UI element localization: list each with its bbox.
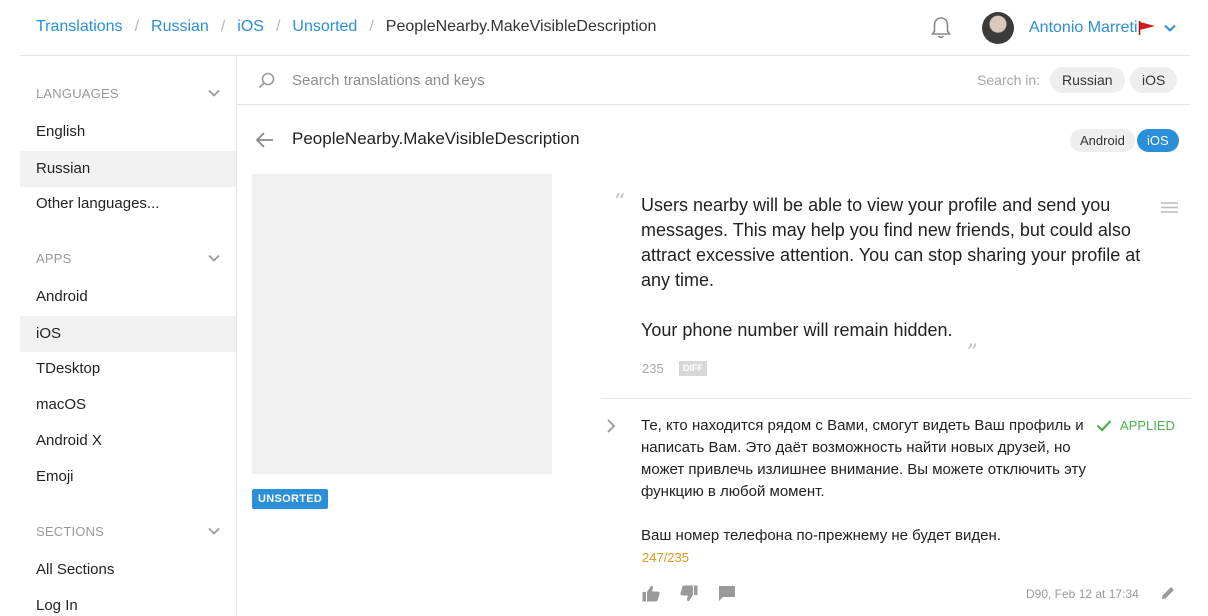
edit-icon[interactable] — [1160, 585, 1176, 601]
breadcrumb-separator: / — [369, 18, 374, 35]
sidebar-item-ios[interactable]: iOS — [20, 316, 236, 352]
bell-icon[interactable] — [930, 16, 952, 40]
chevron-down-icon[interactable] — [1163, 21, 1177, 35]
apps-heading: APPS — [36, 251, 72, 266]
source-text: Users nearby will be able to view your p… — [641, 195, 1141, 340]
menu-icon[interactable] — [1161, 201, 1178, 214]
top-header: Translations / Russian / iOS / Unsorted … — [20, 0, 1191, 56]
thumbs-up-icon[interactable] — [642, 585, 660, 602]
source-char-count: 235 — [642, 361, 664, 376]
sidebar-item-english[interactable]: English — [20, 114, 236, 150]
translation-meta: D90, Feb 12 at 17:34 — [1026, 587, 1139, 601]
platform-tag-ios[interactable]: iOS — [1137, 129, 1179, 152]
divider — [601, 398, 1191, 399]
diff-button[interactable]: DIFF — [679, 361, 707, 376]
key-title: PeopleNearby.MakeVisibleDescription — [292, 129, 580, 148]
breadcrumb-separator: / — [275, 18, 281, 35]
back-arrow-icon[interactable] — [255, 131, 275, 149]
quote-open-icon: “ — [614, 190, 626, 215]
quote-close-icon: „ — [967, 327, 979, 352]
languages-heading: LANGUAGES — [36, 86, 119, 101]
sidebar-item-android[interactable]: Android — [20, 279, 236, 315]
sidebar-item-other-languages[interactable]: Other languages... — [20, 186, 236, 222]
search-bar: Search in: Russian iOS — [237, 56, 1191, 105]
chevron-down-icon[interactable] — [207, 86, 221, 100]
applied-status: APPLIED — [1096, 418, 1175, 433]
breadcrumb-translations[interactable]: Translations — [36, 18, 123, 36]
sections-heading: SECTIONS — [36, 524, 105, 539]
sidebar-item-log-in[interactable]: Log In — [20, 588, 236, 616]
sidebar-item-android-x[interactable]: Android X — [20, 423, 236, 459]
breadcrumb-unsorted[interactable]: Unsorted — [292, 18, 357, 36]
comment-icon[interactable] — [718, 585, 736, 602]
breadcrumb-separator: / — [134, 18, 140, 35]
sidebar-item-russian[interactable]: Russian — [20, 151, 236, 187]
applied-label: APPLIED — [1120, 418, 1175, 433]
search-filter-russian[interactable]: Russian — [1050, 67, 1125, 93]
platform-tag-android[interactable]: Android — [1070, 129, 1135, 152]
search-icon — [258, 72, 275, 89]
breadcrumb-separator: / — [220, 18, 226, 35]
translation-char-count: 247/235 — [642, 550, 689, 565]
sidebar-item-tdesktop[interactable]: TDesktop — [20, 351, 236, 387]
thumbs-down-icon[interactable] — [680, 585, 698, 602]
chevron-right-icon[interactable] — [604, 418, 618, 434]
search-in-label: Search in: — [977, 72, 1041, 88]
check-icon — [1096, 420, 1112, 432]
translation-text: Те, кто находится рядом с Вами, смогут в… — [641, 417, 1087, 544]
unsorted-badge: UNSORTED — [252, 489, 329, 509]
sidebar-item-macos[interactable]: macOS — [20, 387, 236, 423]
breadcrumb-current: PeopleNearby.MakeVisibleDescription — [385, 18, 657, 35]
breadcrumb: Translations / Russian / iOS / Unsorted … — [36, 18, 656, 36]
user-name[interactable]: Antonio Marreti — [1029, 19, 1138, 37]
chevron-down-icon[interactable] — [207, 524, 221, 538]
breadcrumb-ios[interactable]: iOS — [237, 18, 264, 36]
avatar[interactable] — [982, 12, 1014, 44]
sidebar-item-all-sections[interactable]: All Sections — [20, 552, 236, 588]
breadcrumb-russian[interactable]: Russian — [151, 18, 209, 36]
search-input[interactable] — [292, 67, 892, 93]
sidebar: LANGUAGES English Russian Other language… — [20, 56, 237, 616]
chevron-down-icon[interactable] — [207, 251, 221, 265]
flag-icon — [1138, 21, 1155, 35]
screenshot-placeholder[interactable] — [252, 174, 552, 474]
search-filter-ios[interactable]: iOS — [1130, 67, 1178, 93]
sidebar-item-emoji[interactable]: Emoji — [20, 459, 236, 495]
